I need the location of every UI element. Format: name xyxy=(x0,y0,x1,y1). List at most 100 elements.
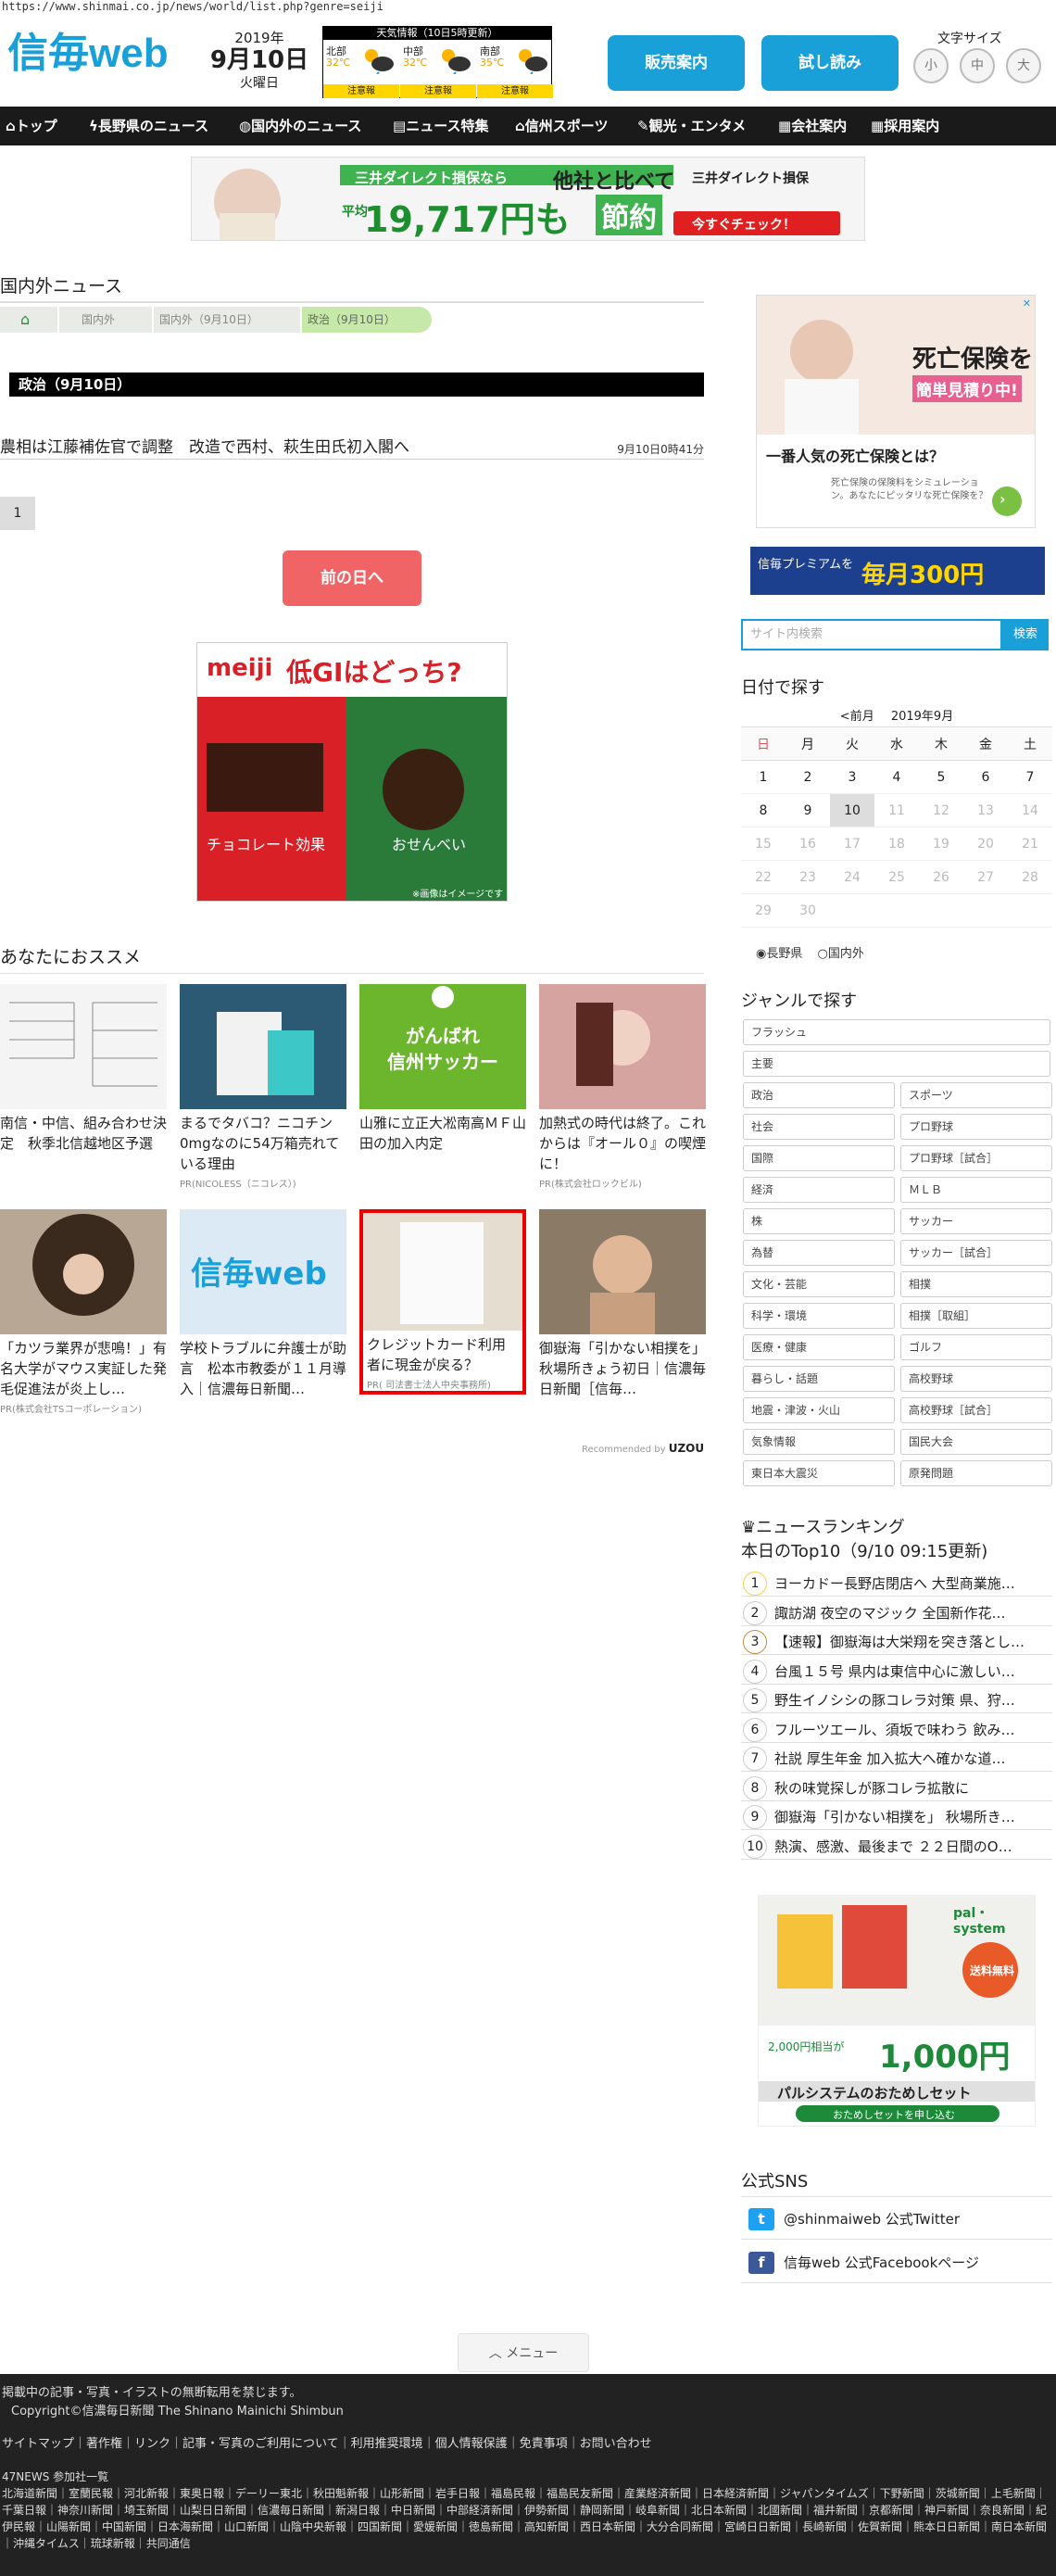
recommend-thumbnail xyxy=(0,1209,167,1334)
genre-button[interactable]: 為替 xyxy=(743,1240,895,1266)
genre-button[interactable]: 相撲［取組］ xyxy=(900,1303,1052,1329)
genre-button[interactable]: スポーツ xyxy=(900,1082,1052,1108)
pager-page-1[interactable]: 1 xyxy=(0,497,35,530)
ranking-item[interactable]: 10 熱演、感激、最後まで ２２日間のO… xyxy=(741,1831,1052,1860)
article-row[interactable]: 農相は江藤補佐官で調整 改造で西村、萩生田氏初入閣へ 9月10日0時41分 xyxy=(0,434,704,460)
genre-button[interactable]: サッカー［試合］ xyxy=(900,1240,1052,1266)
calendar-day[interactable]: 2 xyxy=(786,760,830,794)
nav-item-world-news[interactable]: ◍国内外のニュース xyxy=(239,107,361,145)
genre-button[interactable]: 主要 xyxy=(743,1051,1050,1077)
recommend-card[interactable]: 「カツラ業界が悲鳴！」有名大学がマウス実証した発毛促進法が炎上し… PR(株式会… xyxy=(0,1209,167,1415)
genre-button[interactable]: 気象情報 xyxy=(743,1429,895,1455)
genre-button[interactable]: ゴルフ xyxy=(900,1334,1052,1360)
calendar-day[interactable]: 7 xyxy=(1008,760,1052,794)
genre-button[interactable]: 国際 xyxy=(743,1145,895,1171)
insurance-banner-ad[interactable]: 三井ダイレクト損保なら 他社と比べて 平均 19,717円も 節約 三井ダイレク… xyxy=(191,157,865,241)
meiji-ad[interactable]: meiji 低GIはどっち? チョコレート効果 おせんべい ※画像はイメージです xyxy=(196,642,508,902)
page-title: 国内外ニュース xyxy=(0,276,123,297)
calendar-day[interactable]: 6 xyxy=(963,760,1008,794)
ranking-item[interactable]: 2 諏訪湖 夜空のマジック 全国新作花… xyxy=(741,1597,1052,1626)
ranking-item[interactable]: 6 フルーツエール、須坂で味わう 飲み… xyxy=(741,1714,1052,1743)
calendar-day[interactable]: 4 xyxy=(874,760,919,794)
twitter-link[interactable]: t @shinmaiweb 公式Twitter xyxy=(741,2197,1052,2240)
ranking-item[interactable]: 8 秋の味覚探しが豚コレラ拡散に xyxy=(741,1773,1052,1801)
calendar-day[interactable]: 3 xyxy=(830,760,874,794)
recommend-title: 学校トラブルに弁護士が助言 松本市教委が１１月導入｜信濃毎日新聞… xyxy=(180,1340,346,1397)
calendar-day[interactable]: 8 xyxy=(741,793,786,827)
calendar-prev-month[interactable]: <前月 xyxy=(840,710,874,724)
genre-button[interactable]: 国民大会 xyxy=(900,1429,1052,1455)
home-icon: ⌂ xyxy=(20,310,31,328)
weather-widget[interactable]: 天気情報（10日5時更新） 北部 32℃ 注意報 中部 32℃ 注意報 南部 3… xyxy=(322,26,553,98)
ranking-title: 御嶽海「引かない相撲を」 秋場所き… xyxy=(774,1809,1015,1825)
font-size-small-button[interactable]: 小 xyxy=(913,48,949,83)
premium-banner[interactable]: 信毎プレミアムを 毎月300円 xyxy=(750,547,1045,595)
ranking-item[interactable]: 4 台風１５号 県内は東信中心に激しい… xyxy=(741,1656,1052,1685)
nav-item-company[interactable]: ▦会社案内 xyxy=(778,107,847,145)
ranking-item[interactable]: 1 ヨーカドー長野店閉店へ 大型商業施… xyxy=(741,1568,1052,1597)
facebook-icon: f xyxy=(748,2252,774,2274)
font-size-large-button[interactable]: 大 xyxy=(1006,48,1041,83)
nav-item-sports[interactable]: ⌂信州スポーツ xyxy=(515,107,608,145)
nav-item-recruit[interactable]: ▦採用案内 xyxy=(871,107,939,145)
nav-item-features[interactable]: ▤ニュース特集 xyxy=(393,107,488,145)
ranking-item[interactable]: 9 御嶽海「引かない相撲を」 秋場所き… xyxy=(741,1801,1052,1830)
footer-links[interactable]: サイトマップ｜著作権｜リンク｜記事・写真のご利用について｜利用推奨環境｜個人情報… xyxy=(2,2433,652,2451)
nav-item-top[interactable]: ⌂トップ xyxy=(6,107,57,145)
nav-item-tourism[interactable]: ✎観光・エンタメ xyxy=(637,107,746,145)
font-size-medium-button[interactable]: 中 xyxy=(960,48,995,83)
genre-button[interactable]: 高校野球 xyxy=(900,1366,1052,1392)
radio-nagano[interactable]: ◉ xyxy=(756,947,766,961)
genre-button[interactable]: 原発問題 xyxy=(900,1460,1052,1486)
genre-button[interactable]: 株 xyxy=(743,1208,895,1234)
recommend-card[interactable]: 加熱式の時代は終了。これからは『オール０』の喫煙に！ PR(株式会社ロックビル) xyxy=(539,984,706,1190)
search-button[interactable]: 検索 xyxy=(1002,619,1049,650)
facebook-link[interactable]: f 信毎web 公式Facebookページ xyxy=(741,2241,1052,2283)
recommend-card[interactable]: 南信・中信、組み合わせ決定 秋季北信越地区予選 xyxy=(0,984,167,1155)
recommend-card[interactable]: 信毎web 学校トラブルに弁護士が助言 松本市教委が１１月導入｜信濃毎日新聞… xyxy=(180,1209,346,1401)
site-logo[interactable]: 信毎web xyxy=(7,26,197,80)
prev-day-button[interactable]: 前の日へ xyxy=(283,550,421,606)
recommend-card[interactable]: まるでタバコ？ニコチン0mgなのに54万箱売れている理由 PR(NICOLESS… xyxy=(180,984,346,1190)
trial-read-button[interactable]: 試し読み xyxy=(761,35,899,91)
genre-button[interactable]: ＭＬＢ xyxy=(900,1177,1052,1203)
genre-button[interactable]: サッカー xyxy=(900,1208,1052,1234)
recommend-card[interactable]: クレジットカード利用者に現金が戻る？ PR( 司法書士法人中央事務所) xyxy=(359,1209,526,1395)
close-icon[interactable]: ✕ xyxy=(1023,297,1031,309)
calendar-day[interactable]: 1 xyxy=(741,760,786,794)
genre-button[interactable]: 政治 xyxy=(743,1082,895,1108)
genre-button[interactable]: 東日本大震災 xyxy=(743,1460,895,1486)
genre-button[interactable]: 高校野球［試合］ xyxy=(900,1397,1052,1423)
genre-button[interactable]: 経済 xyxy=(743,1177,895,1203)
genre-button[interactable]: 相撲 xyxy=(900,1271,1052,1297)
nav-item-nagano-news[interactable]: ϟ長野県のニュース xyxy=(89,107,208,145)
breadcrumb-world-date[interactable]: 国内外（9月10日） xyxy=(154,307,300,333)
calendar-day-current[interactable]: 10 xyxy=(830,793,874,827)
insurance-side-ad[interactable]: 死亡保険を 簡単見積り中! 一番人気の死亡保険とは？ 死亡保険の保険料をシミュレ… xyxy=(756,295,1036,528)
article-title[interactable]: 農相は江藤補佐官で調整 改造で西村、萩生田氏初入閣へ xyxy=(0,434,409,457)
menu-button[interactable]: ︿ メニュー xyxy=(458,2333,589,2372)
calendar-day[interactable]: 5 xyxy=(919,760,963,794)
genre-button[interactable]: プロ野球［試合］ xyxy=(900,1145,1052,1171)
ranking-item[interactable]: 5 野生イノシシの豚コレラ対策 県、狩… xyxy=(741,1685,1052,1713)
genre-button[interactable]: 地震・津波・火山 xyxy=(743,1397,895,1423)
calendar-day[interactable]: 9 xyxy=(786,793,830,827)
breadcrumb-home[interactable]: ⌂ xyxy=(0,307,57,333)
recommend-card[interactable]: がんばれ 信州サッカー 山雅に立正大凇南高ＭＦ山田の加入内定 xyxy=(359,984,526,1155)
ranking-item[interactable]: 7 社説 厚生年金 加入拡大へ確かな道… xyxy=(741,1743,1052,1772)
genre-button[interactable]: 文化・芸能 xyxy=(743,1271,895,1297)
radio-world[interactable]: ○ xyxy=(818,947,828,961)
ranking-item[interactable]: 3 【速報】御嶽海は大栄翔を突き落とし… xyxy=(741,1626,1052,1655)
site-search-input[interactable]: サイト内検索 xyxy=(741,619,1002,650)
genre-button[interactable]: 社会 xyxy=(743,1114,895,1140)
genre-button[interactable]: プロ野球 xyxy=(900,1114,1052,1140)
genre-button[interactable]: 暮らし・話題 xyxy=(743,1366,895,1392)
palsystem-ad[interactable]: pal・system 送料無料 2,000円相当が 1,000円 パルシステムの… xyxy=(758,1895,1036,2127)
genre-button[interactable]: 医療・健康 xyxy=(743,1334,895,1360)
genre-button[interactable]: 科学・環境 xyxy=(743,1303,895,1329)
footer-papers[interactable]: 北海道新聞｜室蘭民報｜河北新報｜東奥日報｜デーリー東北｜秋田魁新報｜山形新聞｜岩… xyxy=(2,2485,1054,2552)
sales-info-button[interactable]: 販売案内 xyxy=(608,35,745,91)
recommend-card[interactable]: 御嶽海「引かない相撲を」 秋場所きょう初日｜信濃毎日新聞［信毎… xyxy=(539,1209,706,1401)
breadcrumb-world[interactable]: 国内外 xyxy=(59,307,152,333)
genre-button[interactable]: フラッシュ xyxy=(743,1019,1050,1045)
